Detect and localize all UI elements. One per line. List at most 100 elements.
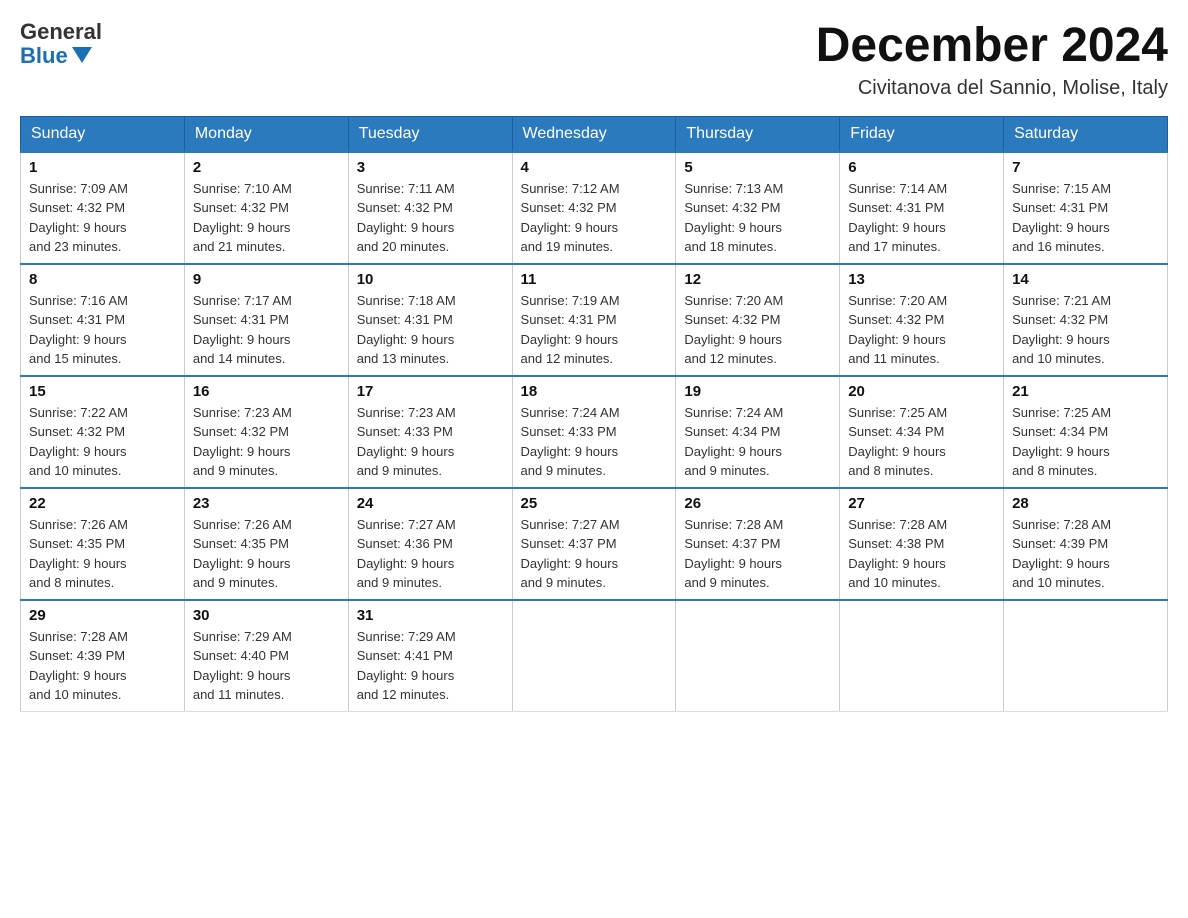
day-info: Sunrise: 7:25 AMSunset: 4:34 PMDaylight:… — [848, 403, 995, 481]
day-info: Sunrise: 7:26 AMSunset: 4:35 PMDaylight:… — [193, 515, 340, 593]
day-number: 13 — [848, 271, 995, 288]
page-header: General Blue December 2024 Civitanova de… — [20, 20, 1168, 100]
calendar-table: SundayMondayTuesdayWednesdayThursdayFrid… — [20, 116, 1168, 712]
day-number: 25 — [521, 495, 668, 512]
calendar-header-saturday: Saturday — [1004, 116, 1168, 152]
day-info: Sunrise: 7:18 AMSunset: 4:31 PMDaylight:… — [357, 291, 504, 369]
day-info: Sunrise: 7:15 AMSunset: 4:31 PMDaylight:… — [1012, 179, 1159, 257]
day-number: 7 — [1012, 159, 1159, 176]
calendar-cell: 12 Sunrise: 7:20 AMSunset: 4:32 PMDaylig… — [676, 264, 840, 376]
calendar-cell: 6 Sunrise: 7:14 AMSunset: 4:31 PMDayligh… — [840, 152, 1004, 264]
calendar-cell — [676, 600, 840, 712]
day-info: Sunrise: 7:13 AMSunset: 4:32 PMDaylight:… — [684, 179, 831, 257]
calendar-header-thursday: Thursday — [676, 116, 840, 152]
calendar-cell: 2 Sunrise: 7:10 AMSunset: 4:32 PMDayligh… — [184, 152, 348, 264]
calendar-header-tuesday: Tuesday — [348, 116, 512, 152]
logo: General Blue — [20, 20, 102, 68]
calendar-header-wednesday: Wednesday — [512, 116, 676, 152]
day-number: 30 — [193, 607, 340, 624]
day-info: Sunrise: 7:12 AMSunset: 4:32 PMDaylight:… — [521, 179, 668, 257]
day-number: 4 — [521, 159, 668, 176]
calendar-header-monday: Monday — [184, 116, 348, 152]
day-number: 18 — [521, 383, 668, 400]
calendar-cell: 25 Sunrise: 7:27 AMSunset: 4:37 PMDaylig… — [512, 488, 676, 600]
day-info: Sunrise: 7:21 AMSunset: 4:32 PMDaylight:… — [1012, 291, 1159, 369]
day-info: Sunrise: 7:16 AMSunset: 4:31 PMDaylight:… — [29, 291, 176, 369]
day-number: 31 — [357, 607, 504, 624]
calendar-cell: 23 Sunrise: 7:26 AMSunset: 4:35 PMDaylig… — [184, 488, 348, 600]
day-number: 8 — [29, 271, 176, 288]
calendar-cell — [1004, 600, 1168, 712]
calendar-header-friday: Friday — [840, 116, 1004, 152]
calendar-cell: 26 Sunrise: 7:28 AMSunset: 4:37 PMDaylig… — [676, 488, 840, 600]
day-info: Sunrise: 7:24 AMSunset: 4:34 PMDaylight:… — [684, 403, 831, 481]
calendar-cell: 31 Sunrise: 7:29 AMSunset: 4:41 PMDaylig… — [348, 600, 512, 712]
logo-general-text: General — [20, 20, 102, 44]
day-number: 2 — [193, 159, 340, 176]
day-info: Sunrise: 7:17 AMSunset: 4:31 PMDaylight:… — [193, 291, 340, 369]
calendar-cell: 5 Sunrise: 7:13 AMSunset: 4:32 PMDayligh… — [676, 152, 840, 264]
day-number: 3 — [357, 159, 504, 176]
calendar-cell: 16 Sunrise: 7:23 AMSunset: 4:32 PMDaylig… — [184, 376, 348, 488]
calendar-week-row-1: 1 Sunrise: 7:09 AMSunset: 4:32 PMDayligh… — [21, 152, 1168, 264]
day-number: 16 — [193, 383, 340, 400]
calendar-cell — [512, 600, 676, 712]
logo-triangle-icon — [72, 47, 92, 63]
day-number: 21 — [1012, 383, 1159, 400]
calendar-cell: 1 Sunrise: 7:09 AMSunset: 4:32 PMDayligh… — [21, 152, 185, 264]
day-number: 17 — [357, 383, 504, 400]
day-number: 10 — [357, 271, 504, 288]
calendar-cell: 17 Sunrise: 7:23 AMSunset: 4:33 PMDaylig… — [348, 376, 512, 488]
day-number: 19 — [684, 383, 831, 400]
day-number: 22 — [29, 495, 176, 512]
calendar-cell: 24 Sunrise: 7:27 AMSunset: 4:36 PMDaylig… — [348, 488, 512, 600]
calendar-cell: 18 Sunrise: 7:24 AMSunset: 4:33 PMDaylig… — [512, 376, 676, 488]
calendar-cell: 10 Sunrise: 7:18 AMSunset: 4:31 PMDaylig… — [348, 264, 512, 376]
day-info: Sunrise: 7:29 AMSunset: 4:41 PMDaylight:… — [357, 627, 504, 705]
day-info: Sunrise: 7:14 AMSunset: 4:31 PMDaylight:… — [848, 179, 995, 257]
day-info: Sunrise: 7:22 AMSunset: 4:32 PMDaylight:… — [29, 403, 176, 481]
calendar-week-row-2: 8 Sunrise: 7:16 AMSunset: 4:31 PMDayligh… — [21, 264, 1168, 376]
calendar-cell: 21 Sunrise: 7:25 AMSunset: 4:34 PMDaylig… — [1004, 376, 1168, 488]
day-info: Sunrise: 7:24 AMSunset: 4:33 PMDaylight:… — [521, 403, 668, 481]
calendar-cell: 15 Sunrise: 7:22 AMSunset: 4:32 PMDaylig… — [21, 376, 185, 488]
day-number: 11 — [521, 271, 668, 288]
day-info: Sunrise: 7:28 AMSunset: 4:39 PMDaylight:… — [1012, 515, 1159, 593]
day-info: Sunrise: 7:11 AMSunset: 4:32 PMDaylight:… — [357, 179, 504, 257]
calendar-header-sunday: Sunday — [21, 116, 185, 152]
calendar-cell: 27 Sunrise: 7:28 AMSunset: 4:38 PMDaylig… — [840, 488, 1004, 600]
calendar-cell: 11 Sunrise: 7:19 AMSunset: 4:31 PMDaylig… — [512, 264, 676, 376]
calendar-cell: 4 Sunrise: 7:12 AMSunset: 4:32 PMDayligh… — [512, 152, 676, 264]
day-info: Sunrise: 7:27 AMSunset: 4:37 PMDaylight:… — [521, 515, 668, 593]
day-number: 23 — [193, 495, 340, 512]
title-block: December 2024 Civitanova del Sannio, Mol… — [816, 20, 1168, 100]
calendar-week-row-3: 15 Sunrise: 7:22 AMSunset: 4:32 PMDaylig… — [21, 376, 1168, 488]
calendar-cell: 3 Sunrise: 7:11 AMSunset: 4:32 PMDayligh… — [348, 152, 512, 264]
calendar-cell: 20 Sunrise: 7:25 AMSunset: 4:34 PMDaylig… — [840, 376, 1004, 488]
calendar-week-row-5: 29 Sunrise: 7:28 AMSunset: 4:39 PMDaylig… — [21, 600, 1168, 712]
day-number: 12 — [684, 271, 831, 288]
day-number: 5 — [684, 159, 831, 176]
day-info: Sunrise: 7:10 AMSunset: 4:32 PMDaylight:… — [193, 179, 340, 257]
calendar-cell: 14 Sunrise: 7:21 AMSunset: 4:32 PMDaylig… — [1004, 264, 1168, 376]
day-number: 1 — [29, 159, 176, 176]
calendar-cell: 29 Sunrise: 7:28 AMSunset: 4:39 PMDaylig… — [21, 600, 185, 712]
calendar-cell: 28 Sunrise: 7:28 AMSunset: 4:39 PMDaylig… — [1004, 488, 1168, 600]
day-number: 24 — [357, 495, 504, 512]
day-info: Sunrise: 7:25 AMSunset: 4:34 PMDaylight:… — [1012, 403, 1159, 481]
calendar-cell: 13 Sunrise: 7:20 AMSunset: 4:32 PMDaylig… — [840, 264, 1004, 376]
day-number: 6 — [848, 159, 995, 176]
calendar-cell: 9 Sunrise: 7:17 AMSunset: 4:31 PMDayligh… — [184, 264, 348, 376]
day-info: Sunrise: 7:20 AMSunset: 4:32 PMDaylight:… — [848, 291, 995, 369]
day-number: 28 — [1012, 495, 1159, 512]
day-number: 14 — [1012, 271, 1159, 288]
day-number: 20 — [848, 383, 995, 400]
calendar-cell: 22 Sunrise: 7:26 AMSunset: 4:35 PMDaylig… — [21, 488, 185, 600]
day-info: Sunrise: 7:27 AMSunset: 4:36 PMDaylight:… — [357, 515, 504, 593]
day-info: Sunrise: 7:28 AMSunset: 4:38 PMDaylight:… — [848, 515, 995, 593]
calendar-week-row-4: 22 Sunrise: 7:26 AMSunset: 4:35 PMDaylig… — [21, 488, 1168, 600]
day-info: Sunrise: 7:28 AMSunset: 4:37 PMDaylight:… — [684, 515, 831, 593]
calendar-cell: 8 Sunrise: 7:16 AMSunset: 4:31 PMDayligh… — [21, 264, 185, 376]
day-number: 27 — [848, 495, 995, 512]
day-number: 29 — [29, 607, 176, 624]
